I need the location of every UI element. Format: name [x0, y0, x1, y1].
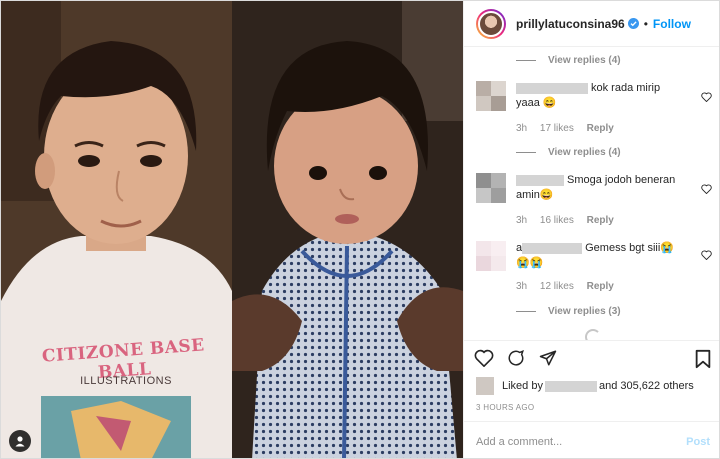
like-heart-icon[interactable]	[474, 349, 494, 372]
commenter-avatar[interactable]	[476, 81, 506, 111]
action-icons-row	[474, 349, 558, 372]
tagged-user-icon[interactable]	[9, 430, 31, 452]
liker-username-redacted[interactable]	[544, 380, 597, 392]
liked-by-label: Liked by	[502, 380, 543, 392]
comment-meta: 3h 16 likes Reply	[516, 215, 624, 226]
instagram-post-modal: CITIZONE BASE BALL ILLUSTRATIONS prillyl…	[0, 0, 720, 459]
commenter-username-redacted[interactable]	[522, 242, 583, 254]
save-bookmark-icon[interactable]	[694, 349, 712, 374]
post-comment-button[interactable]: Post	[686, 436, 710, 448]
comment-item: kok rada mirip yaaa 😄 3h 17 likes Reply	[476, 81, 716, 141]
view-replies-button[interactable]: View replies (4)	[516, 55, 621, 66]
comment-heart-icon[interactable]	[701, 181, 712, 199]
post-timestamp[interactable]: 3 HOURS AGO	[476, 403, 534, 412]
post-side-panel: prillylatuconsina96 • Follow View replie…	[463, 1, 719, 458]
comment-item: a Gemess bgt siii😭😭😭 3h 12 likes Reply	[476, 241, 716, 301]
comment-text: Smoga jodoh beneran amin😄	[516, 173, 686, 203]
commenter-avatar[interactable]	[476, 241, 506, 271]
view-replies-button[interactable]: View replies (4)	[516, 147, 621, 158]
add-comment-bar: Post	[464, 421, 719, 458]
comment-heart-icon[interactable]	[701, 247, 712, 265]
view-replies-label: View replies (4)	[548, 147, 621, 158]
comment-heart-icon[interactable]	[701, 89, 712, 107]
commenter-username-redacted[interactable]	[516, 174, 564, 186]
post-username[interactable]: prillylatuconsina96	[516, 17, 625, 31]
comment-time: 3h	[516, 215, 528, 226]
share-send-icon[interactable]	[538, 349, 558, 372]
verified-badge-icon	[627, 18, 639, 29]
comment-reply-button[interactable]: Reply	[587, 215, 614, 226]
girl-illustration	[232, 1, 463, 458]
comment-text: a Gemess bgt siii😭😭😭	[516, 241, 686, 271]
comment-time: 3h	[516, 123, 528, 134]
photo-left-boy: CITIZONE BASE BALL ILLUSTRATIONS	[1, 1, 232, 458]
post-photo[interactable]: CITIZONE BASE BALL ILLUSTRATIONS	[1, 1, 463, 458]
comment-item: Smoga jodoh beneran amin😄 3h 16 likes Re…	[476, 173, 716, 233]
comment-likes[interactable]: 12 likes	[540, 281, 574, 292]
shirt-print-subtext: ILLUSTRATIONS	[80, 375, 172, 387]
view-replies-button[interactable]: View replies (3)	[516, 306, 621, 317]
boy-illustration	[1, 1, 232, 458]
commenter-username-redacted[interactable]	[516, 82, 588, 94]
comment-meta: 3h 12 likes Reply	[516, 281, 624, 292]
comment-input[interactable]	[476, 435, 656, 448]
comment-text: kok rada mirip yaaa 😄	[516, 81, 686, 111]
liker-avatar[interactable]	[476, 377, 494, 395]
comment-meta: 3h 17 likes Reply	[516, 123, 624, 134]
comment-likes[interactable]: 16 likes	[540, 215, 574, 226]
comment-reply-button[interactable]: Reply	[587, 123, 614, 134]
photo-right-girl	[232, 1, 463, 458]
comment-likes[interactable]: 17 likes	[540, 123, 574, 134]
view-replies-label: View replies (4)	[548, 55, 621, 66]
follow-button[interactable]: Follow	[653, 17, 691, 31]
comment-time: 3h	[516, 281, 528, 292]
view-replies-label: View replies (3)	[548, 306, 621, 317]
comment-reply-button[interactable]: Reply	[587, 281, 614, 292]
header-separator: •	[643, 16, 648, 31]
loading-spinner-icon	[585, 329, 601, 340]
comments-list[interactable]: View replies (4) kok rada mirip yaaa 😄 3…	[464, 47, 719, 340]
profile-avatar[interactable]	[476, 8, 506, 39]
likes-count[interactable]: and 305,622 others	[599, 380, 694, 392]
post-actions: Liked by and 305,622 others 3 HOURS AGO …	[464, 340, 719, 458]
commenter-avatar[interactable]	[476, 173, 506, 203]
likes-summary: Liked by and 305,622 others	[476, 377, 694, 395]
comment-bubble-icon[interactable]	[506, 349, 526, 372]
post-header: prillylatuconsina96 • Follow	[464, 1, 719, 47]
